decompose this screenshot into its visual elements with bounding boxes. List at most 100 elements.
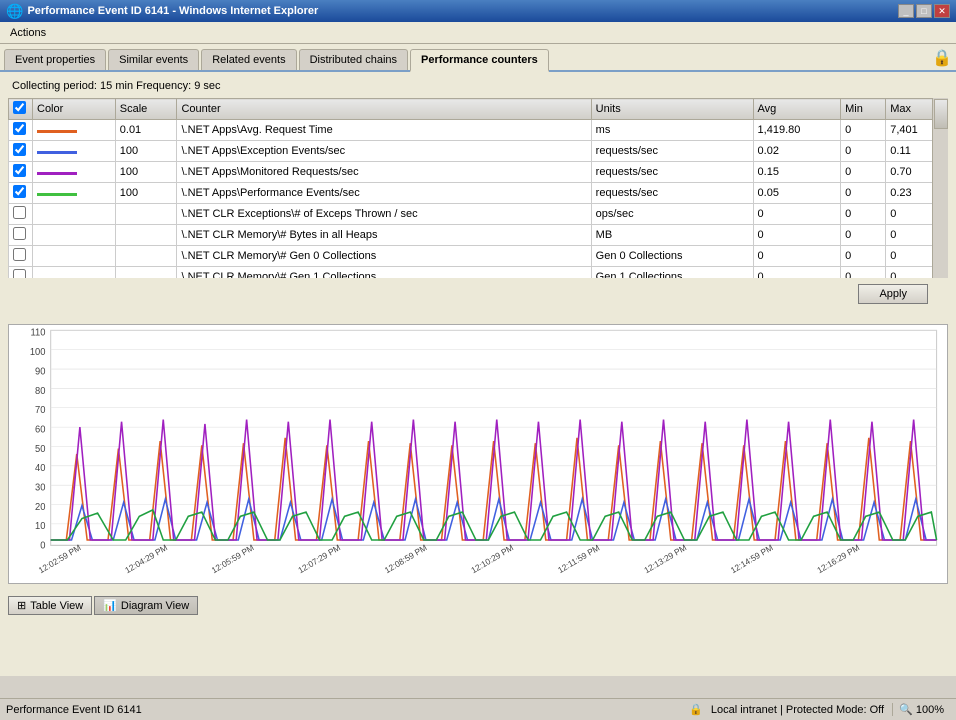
svg-text:40: 40 (35, 463, 45, 474)
svg-text:0: 0 (40, 540, 45, 551)
main-content: Event properties Similar events Related … (0, 44, 956, 676)
apply-area: Apply (8, 278, 948, 308)
min-cell: 0 (841, 183, 886, 204)
status-right: 🔒 Local intranet | Protected Mode: Off 🔍… (689, 703, 950, 716)
col-counter: Counter (177, 99, 591, 120)
chart-icon: 📊 (103, 599, 117, 612)
row-checkbox-3[interactable] (13, 185, 26, 198)
svg-text:12:05:59 PM: 12:05:59 PM (210, 542, 256, 575)
svg-text:10: 10 (35, 521, 45, 532)
min-cell: 0 (841, 141, 886, 162)
tab-event-properties[interactable]: Event properties (4, 49, 106, 70)
table-icon: ⊞ (17, 599, 26, 612)
apply-button[interactable]: Apply (858, 284, 928, 304)
svg-text:50: 50 (35, 444, 45, 455)
ie-icon: 🌐 (6, 3, 23, 20)
security-icon: 🔒 (689, 703, 703, 716)
tab-distributed-chains[interactable]: Distributed chains (299, 49, 408, 70)
security-icon: 🔒 (932, 48, 952, 70)
col-check (9, 99, 33, 120)
svg-text:12:07:29 PM: 12:07:29 PM (296, 542, 342, 575)
maximize-button[interactable]: □ (916, 4, 932, 18)
counter-cell: \.NET Apps\Avg. Request Time (177, 120, 591, 141)
color-swatch (37, 193, 77, 196)
counter-table-wrapper: Color Scale Counter Units Avg Min Max 0.… (8, 98, 948, 278)
counter-cell: \.NET CLR Memory\# Gen 0 Collections (177, 246, 591, 267)
counter-table: Color Scale Counter Units Avg Min Max 0.… (8, 98, 948, 278)
units-cell: ms (591, 120, 753, 141)
scrollbar-thumb[interactable] (934, 99, 948, 129)
units-cell: MB (591, 225, 753, 246)
tab-similar-events[interactable]: Similar events (108, 49, 199, 70)
avg-cell: 0 (753, 204, 841, 225)
scale-cell (115, 204, 177, 225)
row-checkbox-7[interactable] (13, 269, 26, 278)
units-cell: requests/sec (591, 162, 753, 183)
counter-cell: \.NET CLR Memory\# Gen 1 Collections (177, 267, 591, 279)
menu-bar: Actions (0, 22, 956, 44)
row-checkbox-5[interactable] (13, 227, 26, 240)
window-title: Performance Event ID 6141 - Windows Inte… (27, 5, 318, 17)
content-panel: Collecting period: 15 min Frequency: 9 s… (0, 72, 956, 316)
diagram-view-label: Diagram View (121, 600, 189, 612)
zoom-icon: 🔍 (899, 704, 913, 716)
scale-cell: 0.01 (115, 120, 177, 141)
scale-cell: 100 (115, 141, 177, 162)
col-units: Units (591, 99, 753, 120)
table-view-label: Table View (30, 600, 83, 612)
scale-cell (115, 267, 177, 279)
units-cell: requests/sec (591, 183, 753, 204)
table-scrollbar[interactable] (932, 98, 948, 278)
col-min: Min (841, 99, 886, 120)
tab-related-events[interactable]: Related events (201, 49, 296, 70)
avg-cell: 0.05 (753, 183, 841, 204)
title-bar-controls[interactable]: _ □ ✕ (898, 4, 950, 18)
avg-cell: 0.15 (753, 162, 841, 183)
units-cell: ops/sec (591, 204, 753, 225)
color-swatch (37, 151, 77, 154)
title-bar-left: 🌐 Performance Event ID 6141 - Windows In… (6, 3, 318, 20)
color-swatch (37, 130, 77, 133)
minimize-button[interactable]: _ (898, 4, 914, 18)
select-all-checkbox[interactable] (13, 101, 26, 114)
tab-performance-counters[interactable]: Performance counters (410, 49, 549, 72)
close-button[interactable]: ✕ (934, 4, 950, 18)
zoom-level: 🔍 100% (892, 703, 950, 716)
svg-text:12:10:29 PM: 12:10:29 PM (469, 542, 515, 575)
counter-cell: \.NET Apps\Monitored Requests/sec (177, 162, 591, 183)
row-checkbox-1[interactable] (13, 143, 26, 156)
scale-cell (115, 246, 177, 267)
counter-cell: \.NET Apps\Performance Events/sec (177, 183, 591, 204)
svg-text:12:04:29 PM: 12:04:29 PM (123, 542, 169, 575)
svg-text:60: 60 (35, 424, 45, 435)
counter-cell: \.NET CLR Memory\# Bytes in all Heaps (177, 225, 591, 246)
row-checkbox-6[interactable] (13, 248, 26, 261)
min-cell: 0 (841, 120, 886, 141)
units-cell: requests/sec (591, 141, 753, 162)
row-checkbox-0[interactable] (13, 122, 26, 135)
scale-cell: 100 (115, 183, 177, 204)
min-cell: 0 (841, 267, 886, 279)
table-row: \.NET CLR Memory\# Gen 0 CollectionsGen … (9, 246, 948, 267)
tab-container: Event properties Similar events Related … (0, 44, 956, 72)
counter-cell: \.NET Apps\Exception Events/sec (177, 141, 591, 162)
chart-area: 0 10 20 30 40 50 60 70 80 90 100 110 12:… (8, 324, 948, 584)
row-checkbox-2[interactable] (13, 164, 26, 177)
color-swatch (37, 172, 77, 175)
svg-text:100: 100 (30, 347, 46, 358)
view-buttons: ⊞ Table View 📊 Diagram View (0, 592, 956, 619)
col-color: Color (33, 99, 116, 120)
table-row: 100\.NET Apps\Monitored Requests/secrequ… (9, 162, 948, 183)
avg-cell: 1,419.80 (753, 120, 841, 141)
row-checkbox-4[interactable] (13, 206, 26, 219)
svg-text:90: 90 (35, 366, 45, 377)
actions-menu[interactable]: Actions (4, 25, 52, 41)
min-cell: 0 (841, 162, 886, 183)
min-cell: 0 (841, 225, 886, 246)
svg-text:20: 20 (35, 502, 45, 513)
table-view-button[interactable]: ⊞ Table View (8, 596, 92, 615)
table-row: \.NET CLR Memory\# Gen 1 CollectionsGen … (9, 267, 948, 279)
min-cell: 0 (841, 246, 886, 267)
performance-chart: 0 10 20 30 40 50 60 70 80 90 100 110 12:… (9, 325, 947, 583)
diagram-view-button[interactable]: 📊 Diagram View (94, 596, 198, 615)
